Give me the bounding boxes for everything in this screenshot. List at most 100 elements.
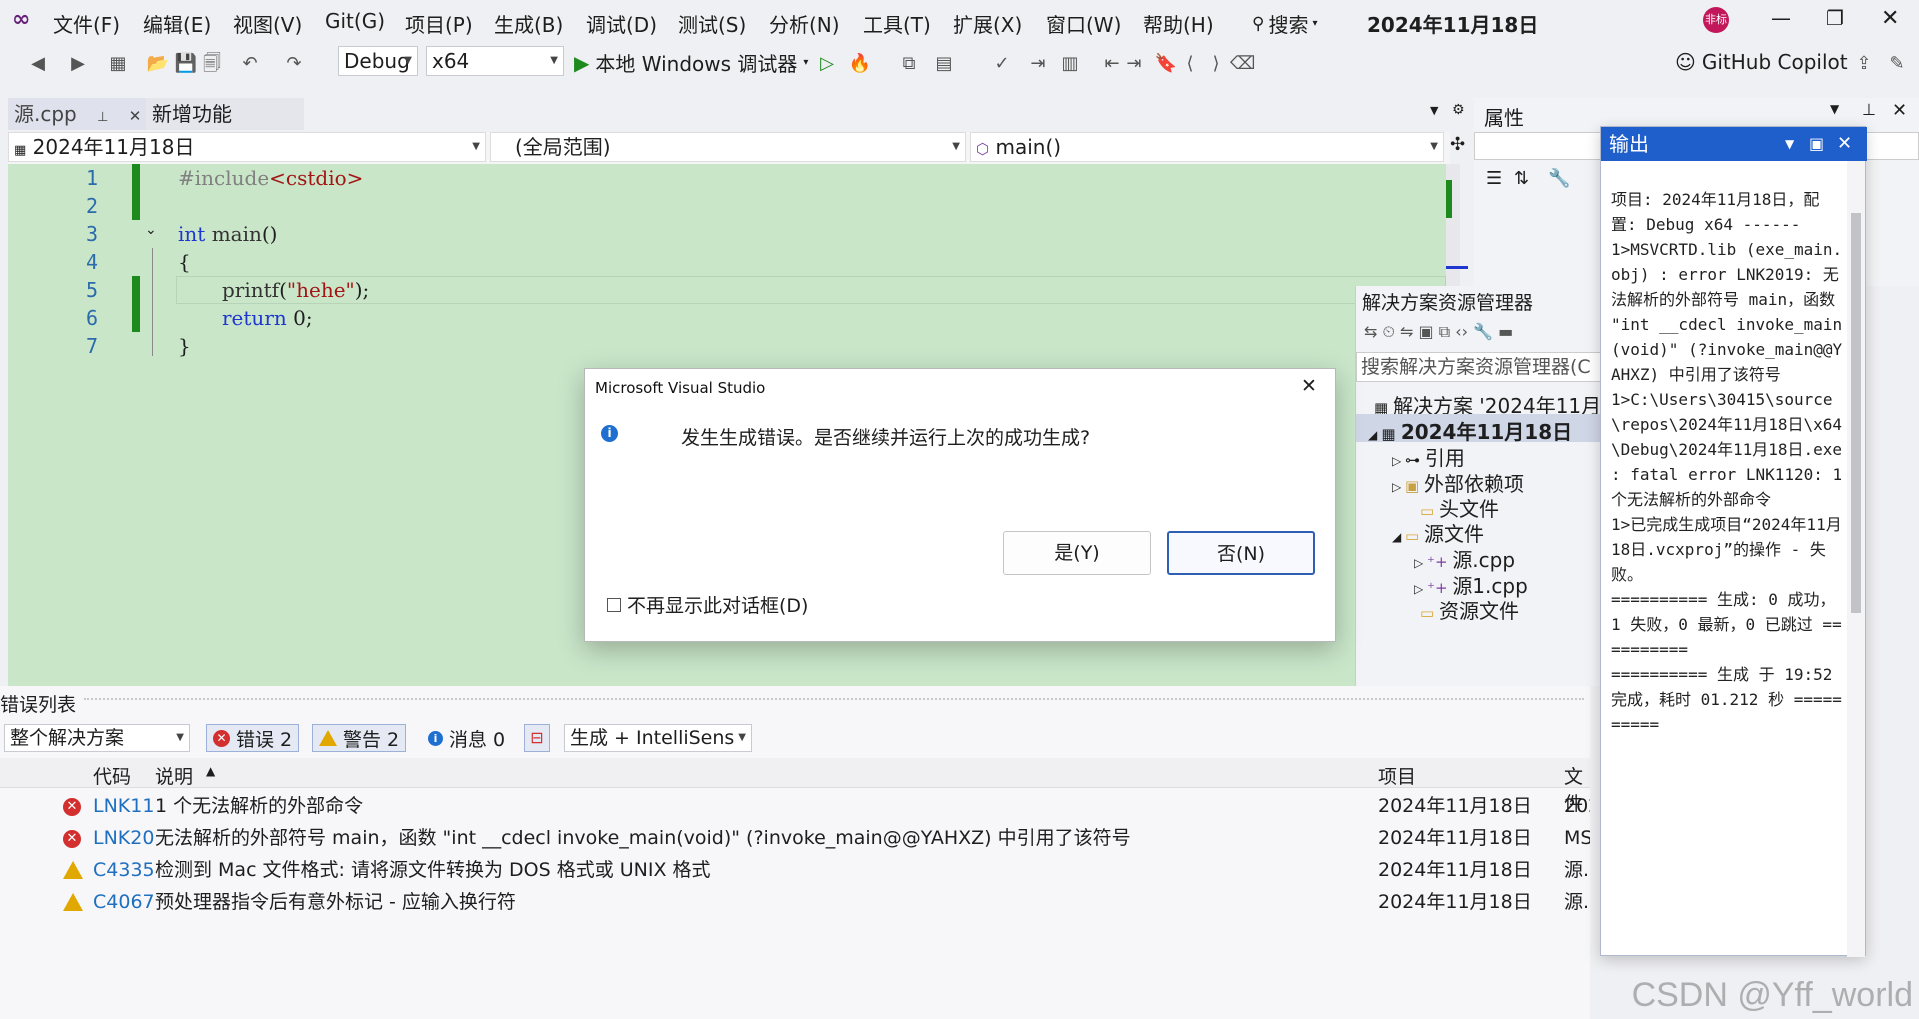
hot-reload-icon[interactable]: 🔥 <box>848 52 872 76</box>
start-without-debug-icon[interactable]: ▷ <box>815 52 839 76</box>
menu-project[interactable]: 项目(P) <box>405 9 473 38</box>
close-output-icon[interactable]: ✕ <box>1837 127 1852 161</box>
layout-icon[interactable]: ▤ <box>932 52 956 76</box>
scope-dropdown[interactable]: 整个解决方案 ▼ <box>4 724 190 752</box>
pin-icon[interactable]: ⊥ <box>97 110 108 125</box>
error-code[interactable]: LNK11 <box>93 790 154 822</box>
output-title-bar[interactable]: 输出 ▼ ▣ ✕ <box>1601 127 1867 161</box>
sort-alpha-icon[interactable]: ⇅ <box>1514 168 1529 189</box>
col-project-header[interactable]: 项目 <box>1378 762 1416 789</box>
config-dropdown[interactable]: Debug ▼ <box>338 46 418 76</box>
dont-show-checkbox[interactable]: 不再显示此对话框(D) <box>607 591 808 618</box>
step-icon[interactable]: ⇥ <box>1026 52 1050 76</box>
open-folder-icon[interactable]: 📂 <box>146 52 170 76</box>
search-box[interactable]: ⚲ 搜索 ▾ <box>1252 9 1317 38</box>
redo-icon[interactable]: ↷ <box>282 52 306 76</box>
comment-icon[interactable]: ▥ <box>1058 52 1082 76</box>
menu-edit[interactable]: 编辑(E) <box>143 9 211 38</box>
chevron-right-icon: ▷ <box>1414 582 1428 596</box>
tree-resource-files[interactable]: ▭ 资源文件 <box>1420 595 1519 624</box>
tree-project[interactable]: ◢ ▦ 2024年11月18日 <box>1368 416 1572 445</box>
share-icon[interactable]: ⇪ <box>1852 52 1876 76</box>
chevron-right-icon: ▷ <box>1392 480 1406 494</box>
tab-overflow-icon[interactable]: ▼ <box>1430 104 1438 117</box>
bookmark-next-icon[interactable]: ⟩ <box>1204 52 1228 76</box>
chevron-down-icon[interactable]: ▼ <box>1785 127 1794 161</box>
close-panel-icon[interactable]: ✕ <box>1892 100 1907 121</box>
tree-source-files[interactable]: ◢ ▭ 源文件 <box>1392 518 1484 547</box>
categorized-icon[interactable]: ☰ <box>1486 168 1502 189</box>
platform-dropdown[interactable]: x64 ▼ <box>426 46 564 76</box>
warning-code[interactable]: C4067 <box>93 886 155 918</box>
run-debugger-button[interactable]: ▶ 本地 Windows 调试器 ▾ <box>574 48 808 77</box>
close-tab-icon[interactable]: ✕ <box>129 107 142 125</box>
close-window-icon[interactable]: ✕ <box>1881 6 1899 31</box>
back-icon[interactable]: ◀ <box>26 52 50 76</box>
tab-whats-new[interactable]: 新增功能 <box>146 98 304 130</box>
errors-filter-button[interactable]: ✕ 错误 2 <box>206 724 300 752</box>
pin-icon[interactable]: ⊥ <box>1862 100 1876 119</box>
sort-asc-icon: ▲ <box>206 764 216 778</box>
chevron-down-icon[interactable]: ▼ <box>1830 102 1839 116</box>
checkbox-box[interactable] <box>607 597 621 612</box>
table-row[interactable]: C4335 检测到 Mac 文件格式: 请将源文件转换为 DOS 格式或 UNI… <box>0 854 1590 886</box>
error-description: 1 个无法解析的外部命令 <box>155 795 364 817</box>
indent-icon[interactable]: ⇤ <box>1100 52 1124 76</box>
error-code[interactable]: LNK20 <box>93 822 154 854</box>
yes-button[interactable]: 是(Y) <box>1003 531 1151 575</box>
solution-icon[interactable]: ⧉ <box>897 52 921 76</box>
no-button[interactable]: 否(N) <box>1167 531 1315 575</box>
menu-build[interactable]: 生成(B) <box>494 9 563 38</box>
new-project-icon[interactable]: ▦ <box>106 52 130 76</box>
forward-icon[interactable]: ▶ <box>66 52 90 76</box>
copilot-button[interactable]: ☺ GitHub Copilot <box>1675 50 1848 74</box>
undo-icon[interactable]: ↶ <box>238 52 262 76</box>
filter-icon[interactable]: ⊟ <box>524 724 550 752</box>
vs-logo-icon[interactable]: ∞ <box>12 8 36 32</box>
spellcheck-icon[interactable]: ✓ <box>990 52 1014 76</box>
menu-debug[interactable]: 调试(D) <box>586 9 657 38</box>
menu-git[interactable]: Git(G) <box>325 9 385 33</box>
menu-test[interactable]: 测试(S) <box>678 9 746 38</box>
save-icon[interactable]: 💾 <box>174 52 198 76</box>
col-desc-header[interactable]: 说明 <box>155 762 193 789</box>
build-filter-dropdown[interactable]: 生成 + IntelliSens ▼ <box>564 724 752 752</box>
tab-source-cpp[interactable]: 源.cpp ⊥ ✕ <box>8 98 148 130</box>
member-nav-dropdown[interactable]: ⬡ main() ▼ <box>970 132 1444 162</box>
minimize-icon[interactable]: — <box>1771 6 1791 30</box>
scope-nav-dropdown[interactable]: (全局范围) ▼ <box>490 132 966 162</box>
table-row[interactable]: ✕ LNK11 1 个无法解析的外部命令 2024年11月18日 202 <box>0 790 1590 822</box>
menu-extensions[interactable]: 扩展(X) <box>953 9 1022 38</box>
warning-code[interactable]: C4335 <box>93 854 155 886</box>
split-icon[interactable]: ✣ <box>1450 134 1465 155</box>
property-pages-icon[interactable]: 🔧 <box>1548 168 1570 189</box>
bookmark-clear-icon[interactable]: ⌫ <box>1230 52 1255 76</box>
project-nav-dropdown[interactable]: ▦ 2024年11月18日 ▼ <box>8 132 486 162</box>
tree-references[interactable]: ▷ ⊶ 引用 <box>1392 442 1465 471</box>
menu-tools[interactable]: 工具(T) <box>863 9 931 38</box>
maximize-icon[interactable]: ▣ <box>1809 127 1824 161</box>
menu-view[interactable]: 视图(V) <box>233 9 302 38</box>
feedback-icon[interactable]: ✎ <box>1885 52 1909 76</box>
messages-filter-button[interactable]: i 消息 0 <box>422 724 511 752</box>
col-code-header[interactable]: 代码 <box>93 762 131 789</box>
avatar[interactable]: 非标 <box>1703 7 1729 33</box>
bookmark-icon[interactable]: 🔖 <box>1154 52 1178 76</box>
solution-search-input[interactable]: 搜索解决方案资源管理器(C <box>1356 352 1602 382</box>
bookmark-prev-icon[interactable]: ⟨ <box>1178 52 1202 76</box>
menu-analyze[interactable]: 分析(N) <box>769 9 840 38</box>
menu-window[interactable]: 窗口(W) <box>1046 9 1121 38</box>
close-dialog-icon[interactable]: ✕ <box>1301 375 1317 397</box>
restore-icon[interactable]: ❐ <box>1826 6 1844 30</box>
table-row[interactable]: C4067 预处理器指令后有意外标记 - 应输入换行符 2024年11月18日 … <box>0 886 1590 918</box>
settings-icon[interactable]: ⚙ <box>1452 102 1465 118</box>
menu-help[interactable]: 帮助(H) <box>1143 9 1214 38</box>
output-scroll-thumb[interactable] <box>1851 213 1861 613</box>
table-row[interactable]: ✕ LNK20 无法解析的外部符号 main，函数 "int __cdecl i… <box>0 822 1590 854</box>
tree-file-source-cpp[interactable]: ▷ ⁺+ 源.cpp <box>1414 544 1515 573</box>
warnings-filter-button[interactable]: 警告 2 <box>312 724 407 752</box>
menu-file[interactable]: 文件(F) <box>53 9 120 38</box>
save-all-icon[interactable]: 🗐 <box>200 52 224 76</box>
outdent-icon[interactable]: ⇥ <box>1122 52 1146 76</box>
collapse-icon[interactable]: ⌄ <box>145 222 157 238</box>
